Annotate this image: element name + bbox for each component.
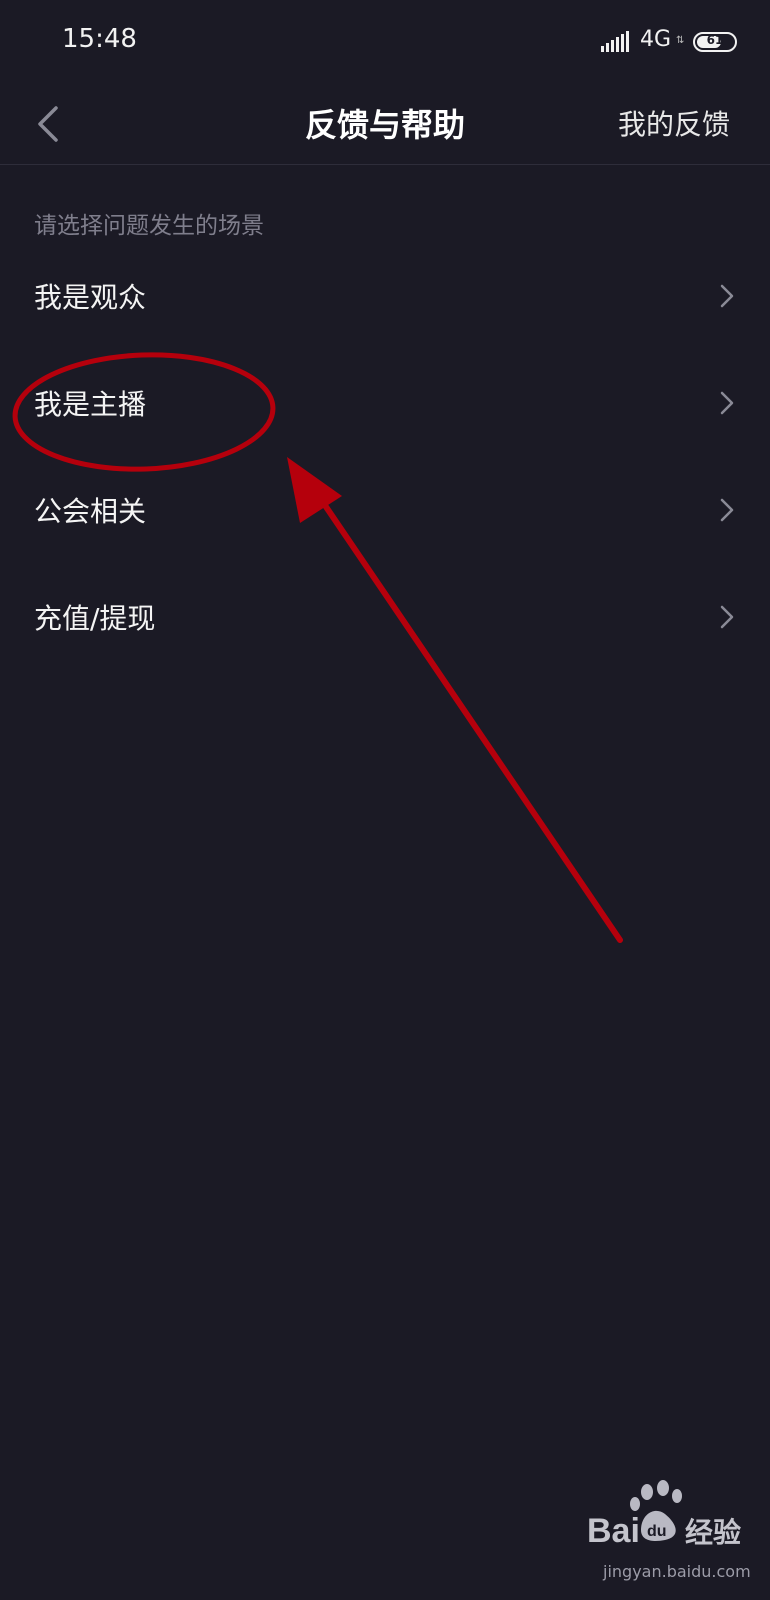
scene-item-label: 充值/提现 [34, 602, 156, 635]
chevron-right-icon [720, 605, 734, 629]
section-label: 请选择问题发生的场景 [34, 213, 264, 239]
svg-text:Bai: Bai [587, 1512, 640, 1550]
scene-item-guild[interactable]: 公会相关 [0, 460, 770, 567]
baidu-jingyan-logo: Bai du 经验 [587, 1480, 741, 1550]
chevron-right-icon [720, 498, 734, 522]
nav-bar: 反馈与帮助 我的反馈 [0, 84, 770, 165]
scene-item-viewer[interactable]: 我是观众 [0, 246, 770, 353]
baidu-jingyan-watermark: Bai du 经验 jingyan.baidu.com [585, 1470, 755, 1581]
scene-item-streamer[interactable]: 我是主播 [0, 353, 770, 460]
chevron-right-icon [720, 391, 734, 415]
status-bar: 15:48 4G ⇅ 61 [0, 0, 770, 84]
data-activity-icon: ⇅ [676, 35, 685, 46]
scene-item-label: 公会相关 [34, 495, 147, 528]
svg-text:经验: 经验 [685, 1516, 741, 1549]
scene-item-label: 我是观众 [34, 281, 147, 314]
chevron-right-icon [720, 284, 734, 308]
scene-item-recharge-withdraw[interactable]: 充值/提现 [0, 567, 770, 674]
scene-list: 我是观众 我是主播 公会相关 充值/提现 [0, 246, 770, 674]
svg-text:du: du [647, 1523, 667, 1540]
signal-strength-icon [601, 30, 629, 52]
battery-level: 61 [706, 33, 724, 47]
network-type: 4G [640, 27, 672, 52]
status-time: 15:48 [62, 24, 137, 54]
watermark-url: jingyan.baidu.com [603, 1562, 751, 1581]
scene-item-label: 我是主播 [34, 388, 147, 421]
battery-icon: 61 [693, 32, 737, 52]
my-feedback-button[interactable]: 我的反馈 [618, 103, 730, 143]
annotation-overlay [12, 352, 623, 943]
